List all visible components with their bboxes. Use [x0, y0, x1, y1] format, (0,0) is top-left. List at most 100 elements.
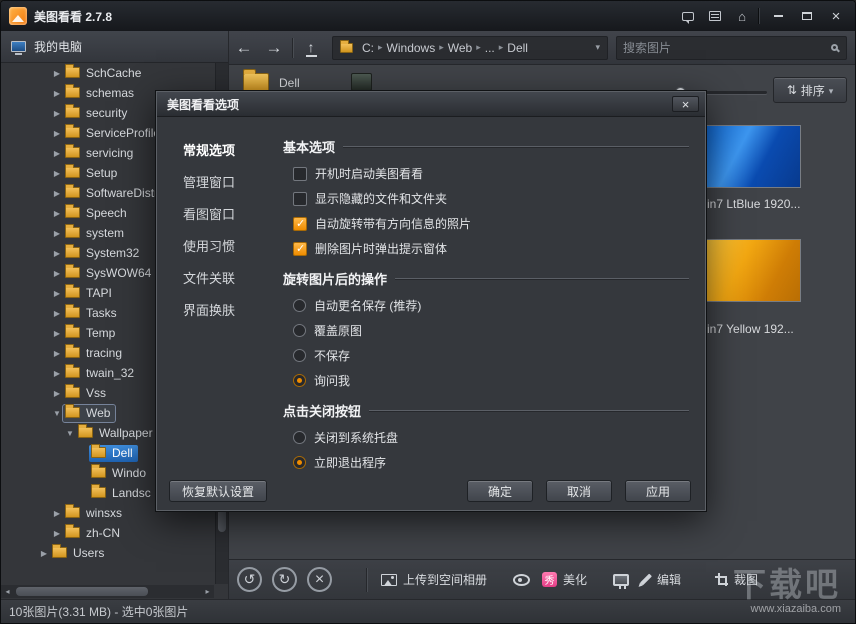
tree-expand-arrow-icon[interactable]: ▶: [51, 269, 63, 278]
forward-button[interactable]: [259, 35, 289, 61]
dialog-menu-item[interactable]: 文件关联: [157, 261, 279, 293]
tree-item-inner[interactable]: TAPI: [63, 285, 117, 302]
tree-item-inner[interactable]: Speech: [63, 205, 132, 222]
tree-expand-arrow-icon[interactable]: ▶: [51, 369, 63, 378]
tree-expand-arrow-icon[interactable]: ▶: [51, 129, 63, 138]
apply-button[interactable]: 应用: [625, 480, 691, 502]
tree-expand-arrow-icon[interactable]: ▶: [51, 389, 63, 398]
dialog-menu-item[interactable]: 使用习惯: [157, 229, 279, 261]
tree-item-inner[interactable]: Windo: [89, 465, 151, 482]
up-level-button[interactable]: [296, 35, 326, 61]
tree-item-inner[interactable]: Wallpaper: [76, 425, 158, 442]
option-row[interactable]: 关闭到系统托盘: [283, 425, 689, 450]
dialog-menu-item[interactable]: 界面换肤: [157, 293, 279, 325]
tree-item-inner[interactable]: zh-CN: [63, 525, 125, 542]
tree-item-inner[interactable]: servicing: [63, 145, 138, 162]
tree-expand-arrow-icon[interactable]: ▶: [51, 509, 63, 518]
tree-expand-arrow-icon[interactable]: ▶: [51, 189, 63, 198]
radio-icon[interactable]: [293, 349, 306, 362]
thumbnail-item[interactable]: in7 Yellow 192...: [701, 239, 801, 336]
option-row[interactable]: 自动更名保存 (推荐): [283, 293, 689, 318]
tree-expand-arrow-icon[interactable]: ▶: [51, 69, 63, 78]
maximize-button[interactable]: [796, 7, 818, 26]
checkbox-icon[interactable]: [293, 242, 307, 256]
radio-icon[interactable]: [293, 374, 306, 387]
tree-item-inner[interactable]: Web: [63, 405, 115, 422]
search-icon[interactable]: [831, 44, 838, 51]
tree-expand-arrow-icon[interactable]: ▶: [51, 289, 63, 298]
tree-item-inner[interactable]: Vss: [63, 385, 111, 402]
radio-icon[interactable]: [293, 456, 306, 469]
ok-button[interactable]: 确定: [467, 480, 533, 502]
thumbnail-image[interactable]: [701, 239, 801, 302]
dialog-close-button[interactable]: [672, 96, 699, 112]
edit-button[interactable]: 编辑: [641, 571, 681, 588]
tree-expand-arrow-icon[interactable]: ▶: [51, 329, 63, 338]
tree-item-inner[interactable]: System32: [63, 245, 144, 262]
tree-item-inner[interactable]: ServiceProfiles: [63, 125, 171, 142]
tree-horizontal-scrollbar-thumb[interactable]: [16, 587, 148, 596]
dialog-menu-item[interactable]: 看图窗口: [157, 197, 279, 229]
tree-item-inner[interactable]: SchCache: [63, 65, 146, 82]
tree-expand-arrow-icon[interactable]: ▶: [51, 109, 63, 118]
checkbox-icon[interactable]: [293, 217, 307, 231]
thumbnail-image[interactable]: [701, 125, 801, 188]
weibo-share-button[interactable]: [513, 574, 530, 586]
breadcrumb-segment[interactable]: C:: [358, 39, 378, 57]
tree-item-inner[interactable]: Landsc: [89, 485, 156, 502]
back-button[interactable]: [229, 35, 259, 61]
option-row[interactable]: 删除图片时弹出提示窗体: [283, 236, 689, 261]
rotate-right-button[interactable]: [272, 567, 297, 592]
scroll-right-button[interactable]: [201, 585, 214, 598]
restore-defaults-button[interactable]: 恢复默认设置: [169, 480, 267, 502]
tree-horizontal-scrollbar[interactable]: [1, 585, 214, 598]
tree-item-inner[interactable]: Dell: [89, 445, 138, 462]
search-input[interactable]: [623, 41, 831, 55]
tree-item-inner[interactable]: Temp: [63, 325, 120, 342]
tree-expand-arrow-icon[interactable]: ▶: [51, 149, 63, 158]
radio-icon[interactable]: [293, 324, 306, 337]
tree-item[interactable]: ▶ SchCache: [1, 63, 214, 83]
tree-item-inner[interactable]: Setup: [63, 165, 122, 182]
thumbnail-item[interactable]: in7 LtBlue 1920...: [701, 125, 801, 211]
search-box[interactable]: [616, 36, 847, 60]
option-row[interactable]: 不保存: [283, 343, 689, 368]
tree-item-inner[interactable]: security: [63, 105, 132, 122]
dialog-titlebar[interactable]: 美图看看选项: [157, 92, 705, 117]
tree-expand-arrow-icon[interactable]: ▶: [51, 229, 63, 238]
tree-expand-arrow-icon[interactable]: ▶: [51, 89, 63, 98]
tree-item-inner[interactable]: schemas: [63, 85, 139, 102]
tree-item[interactable]: ▶ zh-CN: [1, 523, 214, 543]
upload-button[interactable]: 上传到空间相册: [381, 571, 487, 588]
folder-item-dell[interactable]: Dell: [243, 73, 300, 92]
breadcrumb-segment[interactable]: Dell: [503, 39, 532, 57]
tree-expand-arrow-icon[interactable]: ▶: [51, 169, 63, 178]
tree-item-inner[interactable]: tracing: [63, 345, 127, 362]
item-icon[interactable]: [351, 73, 372, 91]
home-button[interactable]: [732, 7, 752, 25]
tree-item-inner[interactable]: SysWOW64: [63, 265, 156, 282]
tree-expand-arrow-icon[interactable]: ▶: [51, 209, 63, 218]
breadcrumb-segment[interactable]: ...: [481, 39, 499, 57]
beautify-button[interactable]: 秀 美化: [542, 571, 587, 588]
checkbox-icon[interactable]: [293, 167, 307, 181]
dialog-menu-item[interactable]: 管理窗口: [157, 165, 279, 197]
tree-expand-arrow-icon[interactable]: ▶: [51, 349, 63, 358]
tree-expand-arrow-icon[interactable]: ▼: [64, 429, 76, 438]
panel-button[interactable]: [705, 7, 725, 25]
breadcrumb-segment[interactable]: Windows: [383, 39, 440, 57]
breadcrumb-dropdown-icon[interactable]: [592, 42, 603, 53]
tree-item-inner[interactable]: system: [63, 225, 129, 242]
sort-button[interactable]: 排序: [773, 77, 847, 103]
tree-horizontal-scrollbar-track[interactable]: [14, 585, 201, 598]
slideshow-button[interactable]: [613, 574, 629, 586]
tree-expand-arrow-icon[interactable]: ▶: [51, 249, 63, 258]
breadcrumb[interactable]: C: Windows Web ... Dell: [332, 36, 608, 60]
sidebar-header[interactable]: 我的电脑: [1, 31, 228, 63]
tree-expand-arrow-icon[interactable]: ▼: [51, 409, 63, 418]
tree-item-inner[interactable]: twain_32: [63, 365, 139, 382]
tree-item[interactable]: ▶ Users: [1, 543, 214, 563]
option-row[interactable]: 询问我: [283, 368, 689, 393]
feedback-button[interactable]: [678, 7, 698, 25]
tree-expand-arrow-icon[interactable]: ▶: [51, 529, 63, 538]
